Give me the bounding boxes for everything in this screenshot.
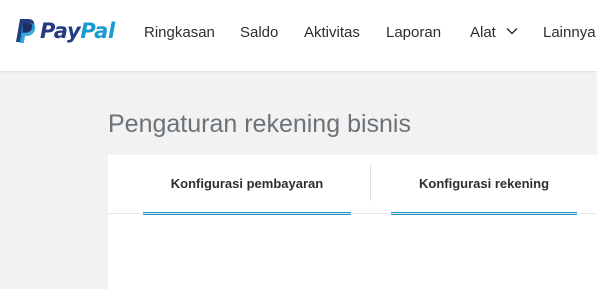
- tab-account-configuration-label: Konfigurasi rekening: [418, 176, 550, 191]
- nav-item-lainnya[interactable]: Lainnya: [543, 24, 596, 42]
- nav-item-alat-label: Alat: [470, 24, 496, 41]
- nav-item-alat[interactable]: Alat: [470, 24, 518, 42]
- tab-payment-configuration-label: Konfigurasi pembayaran: [170, 176, 324, 191]
- paypal-p-icon: [16, 19, 36, 43]
- tab-divider: [370, 165, 371, 201]
- nav-item-aktivitas[interactable]: Aktivitas: [304, 24, 360, 42]
- paypal-wordmark: PayPal: [40, 17, 115, 45]
- tab-payment-configuration[interactable]: Konfigurasi pembayaran: [143, 155, 351, 215]
- top-navigation-bar: PayPal Ringkasan Saldo Aktivitas Laporan…: [0, 0, 597, 72]
- tab-account-configuration[interactable]: Konfigurasi rekening: [391, 155, 577, 215]
- chevron-down-icon: [506, 28, 518, 35]
- nav-item-ringkasan[interactable]: Ringkasan: [144, 24, 215, 42]
- paypal-logo[interactable]: PayPal: [14, 17, 115, 45]
- tabs-bottom-border: [108, 213, 597, 214]
- nav-item-laporan[interactable]: Laporan: [386, 24, 441, 42]
- page-title: Pengaturan rekening bisnis: [108, 110, 411, 138]
- wordmark-pay: Pay: [40, 19, 81, 43]
- wordmark-pal: Pal: [80, 19, 115, 43]
- settings-card: Konfigurasi pembayaran Konfigurasi reken…: [108, 155, 597, 289]
- nav-item-saldo[interactable]: Saldo: [240, 24, 278, 42]
